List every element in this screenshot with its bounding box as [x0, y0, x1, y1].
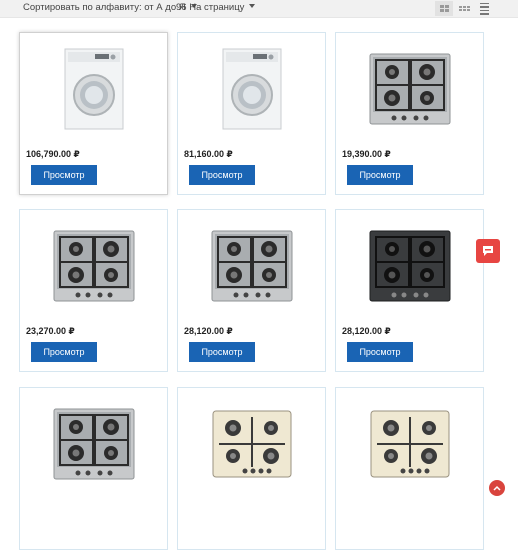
gas-hob-icon — [369, 410, 450, 478]
arrow-up-icon — [493, 485, 501, 491]
product-card[interactable]: 106,790.00 ₽ Просмотр — [19, 32, 168, 195]
gas-hob-icon — [210, 230, 293, 302]
list-icon — [479, 2, 489, 15]
gas-hob-icon — [52, 408, 135, 480]
toolbar: Сортировать по алфавиту: от А до Я 96 На… — [0, 0, 518, 18]
product-price: 19,390.00 ₽ — [342, 149, 391, 159]
gas-hob-icon — [211, 410, 292, 478]
product-price: 28,120.00 ₽ — [342, 326, 391, 336]
view-product-button[interactable]: Просмотр — [347, 342, 413, 362]
product-price: 81,160.00 ₽ — [184, 149, 233, 159]
product-image[interactable] — [336, 33, 483, 145]
product-image[interactable] — [178, 33, 325, 145]
view-grid-large-button[interactable] — [435, 1, 453, 16]
product-price: 106,790.00 ₽ — [26, 149, 80, 159]
product-card[interactable]: 81,160.00 ₽ Просмотр — [177, 32, 326, 195]
gas-hob-icon — [52, 230, 135, 302]
product-card[interactable] — [19, 387, 168, 550]
view-product-button[interactable]: Просмотр — [189, 342, 255, 362]
product-card[interactable] — [335, 387, 484, 550]
view-list-button[interactable] — [475, 1, 493, 16]
product-image[interactable] — [336, 210, 483, 322]
sort-label: Сортировать по алфавиту: от А до Я — [23, 2, 186, 13]
product-image[interactable] — [20, 33, 167, 145]
view-grid-small-button[interactable] — [455, 1, 473, 16]
gas-hob-icon — [368, 230, 451, 302]
grid-large-icon — [439, 5, 449, 12]
product-image[interactable] — [178, 210, 325, 322]
product-card[interactable]: 28,120.00 ₽ Просмотр — [335, 209, 484, 372]
product-price: 28,120.00 ₽ — [184, 326, 233, 336]
product-image[interactable] — [20, 388, 167, 500]
washing-machine-icon — [63, 48, 124, 130]
product-image[interactable] — [336, 388, 483, 500]
product-card[interactable] — [177, 387, 326, 550]
chat-bubble-icon — [483, 246, 493, 256]
view-product-button[interactable]: Просмотр — [189, 165, 255, 185]
grid-small-icon — [458, 6, 470, 11]
washing-machine-icon — [221, 48, 282, 130]
chevron-down-icon — [249, 4, 256, 8]
per-page-label: 96 На страницу — [176, 2, 245, 13]
product-image[interactable] — [20, 210, 167, 322]
per-page-dropdown[interactable]: 96 На страницу — [176, 0, 256, 17]
chat-button[interactable] — [476, 239, 500, 263]
scroll-to-top-button[interactable] — [489, 480, 505, 496]
product-card[interactable]: 19,390.00 ₽ Просмотр — [335, 32, 484, 195]
view-product-button[interactable]: Просмотр — [31, 342, 97, 362]
product-image[interactable] — [178, 388, 325, 500]
product-price: 23,270.00 ₽ — [26, 326, 75, 336]
view-product-button[interactable]: Просмотр — [31, 165, 97, 185]
product-card[interactable]: 23,270.00 ₽ Просмотр — [19, 209, 168, 372]
view-product-button[interactable]: Просмотр — [347, 165, 413, 185]
gas-hob-icon — [368, 53, 451, 125]
product-card[interactable]: 28,120.00 ₽ Просмотр — [177, 209, 326, 372]
sort-dropdown[interactable]: Сортировать по алфавиту: от А до Я — [23, 0, 197, 17]
